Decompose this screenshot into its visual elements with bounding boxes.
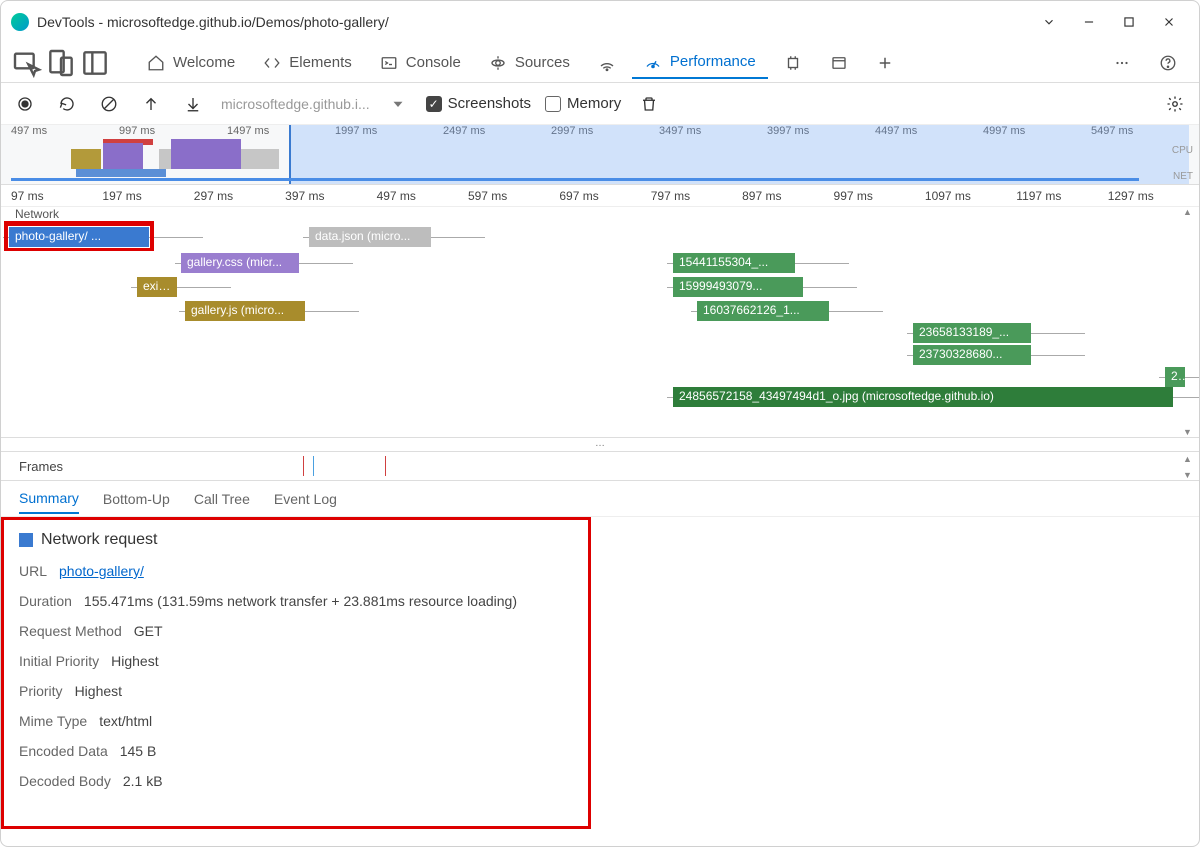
tab-app-icon[interactable] <box>818 48 860 78</box>
network-bar[interactable]: 16037662126_1... <box>697 301 829 321</box>
pri-key: Priority <box>19 683 63 699</box>
tab-call-tree[interactable]: Call Tree <box>194 485 250 513</box>
method-val: GET <box>134 623 163 639</box>
enc-key: Encoded Data <box>19 743 108 759</box>
enc-val: 145 B <box>120 743 157 759</box>
summary-panel: Network request URL photo-gallery/ Durati… <box>1 517 1199 817</box>
minimize-button[interactable] <box>1069 7 1109 37</box>
network-bar[interactable]: 24856572158_43497494d1_o.jpg (microsofte… <box>673 387 1173 407</box>
inspect-button[interactable] <box>11 47 43 79</box>
titlebar: DevTools - microsoftedge.github.io/Demos… <box>1 1 1199 43</box>
overview-net <box>11 178 1139 181</box>
cpu-label: CPU <box>1172 145 1193 156</box>
dec-key: Decoded Body <box>19 773 111 789</box>
tab-console[interactable]: Console <box>368 48 473 78</box>
device-toggle-button[interactable] <box>45 47 77 79</box>
dec-val: 2.1 kB <box>123 773 163 789</box>
add-tab-button[interactable] <box>864 48 906 78</box>
tab-console-label: Console <box>406 54 461 71</box>
net-label: NET <box>1173 171 1193 182</box>
reload-button[interactable] <box>53 90 81 118</box>
network-bar[interactable]: 23658133189_... <box>913 323 1031 343</box>
delete-button[interactable] <box>635 90 663 118</box>
detail-tabs: Summary Bottom-Up Call Tree Event Log <box>1 481 1199 517</box>
scroll-indicator[interactable]: ▲▼ <box>1183 207 1197 437</box>
tab-network-icon[interactable] <box>586 48 628 78</box>
dock-button[interactable] <box>79 47 111 79</box>
ruler: 97 ms197 ms297 ms397 ms497 ms597 ms697 m… <box>1 185 1199 207</box>
network-bar[interactable]: 15999493079... <box>673 277 803 297</box>
tab-elements[interactable]: Elements <box>251 48 364 78</box>
tab-memory-icon[interactable] <box>772 48 814 78</box>
network-section-label[interactable]: Network <box>15 207 59 221</box>
duration-key: Duration <box>19 593 72 609</box>
more-button[interactable] <box>1101 48 1143 78</box>
maximize-button[interactable] <box>1109 7 1149 37</box>
network-bar[interactable]: 23730328680... <box>913 345 1031 365</box>
settings-button[interactable] <box>1161 90 1189 118</box>
network-bar[interactable]: data.json (micro... <box>309 227 431 247</box>
tab-welcome-label: Welcome <box>173 54 235 71</box>
close-button[interactable] <box>1149 7 1189 37</box>
tab-sources-label: Sources <box>515 54 570 71</box>
context-label[interactable]: microsoftedge.github.i... <box>221 96 370 112</box>
perf-toolbar: microsoftedge.github.i... Screenshots Me… <box>1 83 1199 125</box>
network-bar[interactable]: 24 <box>1165 367 1185 387</box>
tab-sources[interactable]: Sources <box>477 48 582 78</box>
network-waterfall[interactable]: Network photo-gallery/ ... gallery.css (m… <box>1 207 1199 437</box>
initpri-val: Highest <box>111 653 158 669</box>
pri-val: Highest <box>75 683 122 699</box>
network-bar[interactable]: 15441155304_... <box>673 253 795 273</box>
devtools-icon <box>11 13 29 31</box>
network-color-swatch <box>19 533 33 547</box>
tab-welcome[interactable]: Welcome <box>135 48 247 78</box>
url-link[interactable]: photo-gallery/ <box>59 563 144 579</box>
initpri-key: Initial Priority <box>19 653 99 669</box>
mime-val: text/html <box>99 713 152 729</box>
chevron-down-icon[interactable] <box>1029 7 1069 37</box>
tab-performance[interactable]: Performance <box>632 47 768 79</box>
help-button[interactable] <box>1147 48 1189 78</box>
screenshots-checkbox[interactable]: Screenshots <box>426 95 531 112</box>
frames-scroll[interactable]: ▲▼ <box>1183 454 1197 480</box>
tab-summary[interactable]: Summary <box>19 484 79 514</box>
network-bar[interactable]: photo-gallery/ ... <box>9 227 149 247</box>
mini-strip[interactable]: … <box>1 437 1199 451</box>
clear-button[interactable] <box>95 90 123 118</box>
timeline-overview[interactable]: 497 ms997 ms1497 ms1997 ms2497 ms2997 ms… <box>1 125 1199 185</box>
frames-row[interactable]: Frames ▲▼ <box>1 451 1199 481</box>
tab-elements-label: Elements <box>289 54 352 71</box>
tab-bottom-up[interactable]: Bottom-Up <box>103 485 170 513</box>
upload-button[interactable] <box>137 90 165 118</box>
download-button[interactable] <box>179 90 207 118</box>
context-dropdown-icon[interactable] <box>384 90 412 118</box>
network-bar[interactable]: gallery.js (micro... <box>185 301 305 321</box>
main-tabs: Welcome Elements Console Sources Perform… <box>1 43 1199 83</box>
record-button[interactable] <box>11 90 39 118</box>
url-key: URL <box>19 563 47 579</box>
overview-selection[interactable] <box>289 125 1189 184</box>
network-bar[interactable]: exif... <box>137 277 177 297</box>
summary-title: Network request <box>19 531 1181 549</box>
duration-val: 155.471ms (131.59ms network transfer + 2… <box>84 593 517 609</box>
memory-checkbox[interactable]: Memory <box>545 95 621 112</box>
tab-event-log[interactable]: Event Log <box>274 485 337 513</box>
method-key: Request Method <box>19 623 122 639</box>
network-bar[interactable]: gallery.css (micr... <box>181 253 299 273</box>
tab-performance-label: Performance <box>670 53 756 70</box>
window-title: DevTools - microsoftedge.github.io/Demos… <box>37 14 1029 30</box>
mime-key: Mime Type <box>19 713 87 729</box>
